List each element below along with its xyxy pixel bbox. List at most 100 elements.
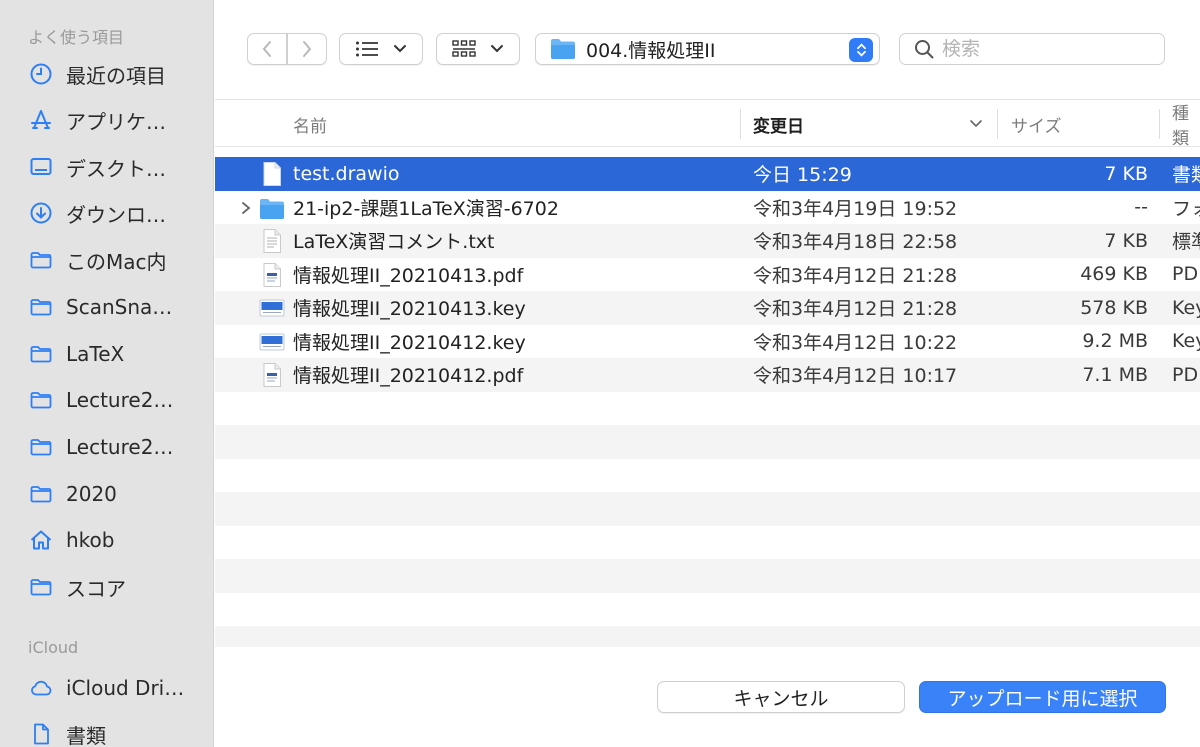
file-date: 令和3年4月12日 21:28 (753, 298, 958, 321)
search-icon (915, 40, 934, 59)
sort-descending-icon[interactable] (969, 119, 983, 129)
column-kind[interactable]: 種類 (1172, 101, 1200, 149)
sidebar-item-label: ダウンロ… (66, 202, 166, 227)
file-kind: PDF (1172, 363, 1200, 386)
file-date: 今日 15:29 (753, 164, 852, 187)
column-divider[interactable] (1159, 109, 1160, 139)
sidebar-section-favorites: よく使う項目 (28, 28, 125, 47)
sidebar-item-label: Lecture2… (66, 388, 174, 412)
sidebar-item-label: LaTeX (66, 342, 125, 366)
up-down-chevron-icon (849, 38, 873, 62)
list-icon (356, 41, 378, 57)
cloud-icon (28, 675, 54, 701)
sidebar-item-lecture-1[interactable]: Lecture2… (28, 384, 208, 416)
chevron-left-icon (262, 41, 271, 57)
blank-document-icon (259, 161, 285, 187)
file-name: LaTeX演習コメント.txt (293, 231, 495, 254)
file-row-test-drawio[interactable]: test.drawio 今日 15:29 7 KB 書類 (215, 157, 1200, 191)
file-name: 情報処理II_20210413.pdf (293, 264, 524, 287)
folder-icon (28, 574, 54, 600)
desktop-icon (28, 154, 54, 180)
sidebar-item-this-mac[interactable]: このMac内 (28, 244, 208, 276)
download-icon (28, 200, 54, 226)
file-kind: 書類 (1172, 164, 1200, 187)
column-name[interactable]: 名前 (293, 101, 327, 147)
sidebar-item-applications[interactable]: アプリケ… (28, 104, 208, 136)
path-popup-button[interactable]: 004.情報処理II (535, 33, 880, 65)
file-list: test.drawio 今日 15:29 7 KB 書類 21-ip2-課題1L… (215, 157, 1200, 647)
sidebar-item-score[interactable]: スコア (28, 571, 208, 603)
document-icon (28, 721, 54, 747)
sidebar-item-label: iCloud Dri… (66, 676, 185, 700)
sidebar-item-recents[interactable]: 最近の項目 (28, 58, 208, 90)
empty-row (215, 593, 1200, 627)
pdf-document-icon (259, 262, 285, 288)
sidebar-item-label: hkob (66, 528, 115, 552)
folder-icon (28, 247, 54, 273)
sidebar-section-icloud: iCloud (28, 638, 79, 657)
file-size: 7.1 MB (1082, 363, 1148, 386)
chevron-right-icon (303, 41, 312, 57)
sidebar-item-label: 最近の項目 (66, 63, 166, 88)
cancel-button[interactable]: キャンセル (657, 681, 905, 713)
empty-row (215, 392, 1200, 426)
search-field[interactable] (899, 33, 1165, 65)
file-row-txt[interactable]: LaTeX演習コメント.txt 令和3年4月18日 22:58 7 KB 標準テ… (215, 224, 1200, 258)
back-button[interactable] (247, 33, 287, 65)
forward-button[interactable] (287, 33, 327, 65)
clock-icon (28, 61, 54, 87)
column-size[interactable]: サイズ (1011, 101, 1062, 147)
file-row-key-0413[interactable]: 情報処理II_20210413.key 令和3年4月12日 21:28 578 … (215, 291, 1200, 325)
empty-row (215, 626, 1200, 647)
sidebar-item-2020[interactable]: 2020 (28, 478, 208, 510)
file-size: 469 KB (1080, 263, 1148, 286)
grid-icon (452, 40, 476, 57)
select-for-upload-button[interactable]: アップロード用に選択 (919, 681, 1166, 713)
file-date: 令和3年4月12日 10:17 (753, 365, 958, 388)
folder-icon (28, 294, 54, 320)
sidebar-item-home[interactable]: hkob (28, 524, 208, 556)
empty-row (215, 425, 1200, 459)
sidebar-item-downloads[interactable]: ダウンロ… (28, 197, 208, 229)
file-row-pdf-0413[interactable]: 情報処理II_20210413.pdf 令和3年4月12日 21:28 469 … (215, 258, 1200, 292)
sidebar-item-lecture-2[interactable]: Lecture2… (28, 431, 208, 463)
sidebar-item-label: アプリケ… (66, 109, 166, 134)
column-divider[interactable] (997, 109, 998, 139)
sidebar-item-label: 書類 (66, 723, 106, 747)
sidebar-item-label: Lecture2… (66, 435, 174, 459)
file-kind: フォルダ (1172, 197, 1200, 220)
file-date: 令和3年4月12日 10:22 (753, 331, 958, 354)
folder-icon (28, 341, 54, 367)
toolbar: 004.情報処理II (215, 0, 1200, 100)
file-kind: Keynote (1172, 296, 1200, 319)
folder-icon (28, 434, 54, 460)
file-row-key-0412[interactable]: 情報処理II_20210412.key 令和3年4月12日 10:22 9.2 … (215, 325, 1200, 359)
list-view-button[interactable] (339, 33, 423, 65)
column-divider[interactable] (740, 109, 741, 139)
sidebar-item-label: スコア (66, 576, 126, 601)
group-view-button[interactable] (436, 33, 520, 65)
sidebar-item-label: 2020 (66, 482, 117, 506)
file-size: -- (1134, 196, 1148, 219)
applications-icon (28, 107, 54, 133)
folder-icon (259, 195, 285, 221)
sidebar-item-desktop[interactable]: デスクト… (28, 151, 208, 183)
sidebar-item-label: ScanSna… (66, 295, 173, 319)
file-size: 578 KB (1080, 296, 1148, 319)
sidebar-item-scansnap[interactable]: ScanSna… (28, 291, 208, 323)
sidebar: よく使う項目 最近の項目 アプリケ… デスクト… ダウンロ… このMac内 Sc… (0, 0, 214, 747)
file-size: 7 KB (1104, 162, 1148, 185)
home-icon (28, 527, 54, 553)
column-date[interactable]: 変更日 (753, 101, 804, 147)
sidebar-item-icloud-drive[interactable]: iCloud Dri… (28, 672, 208, 704)
file-size: 9.2 MB (1082, 330, 1148, 353)
disclosure-triangle-icon[interactable] (239, 200, 253, 216)
empty-row (215, 459, 1200, 493)
sidebar-item-documents[interactable]: 書類 (28, 718, 208, 747)
file-row-pdf-0412[interactable]: 情報処理II_20210412.pdf 令和3年4月12日 10:17 7.1 … (215, 358, 1200, 392)
sidebar-item-latex[interactable]: LaTeX (28, 338, 208, 370)
chevron-down-icon (491, 45, 503, 53)
search-input[interactable] (942, 38, 1142, 60)
file-row-folder[interactable]: 21-ip2-課題1LaTeX演習-6702 令和3年4月19日 19:52 -… (215, 191, 1200, 225)
file-name: 情報処理II_20210412.key (293, 331, 526, 354)
